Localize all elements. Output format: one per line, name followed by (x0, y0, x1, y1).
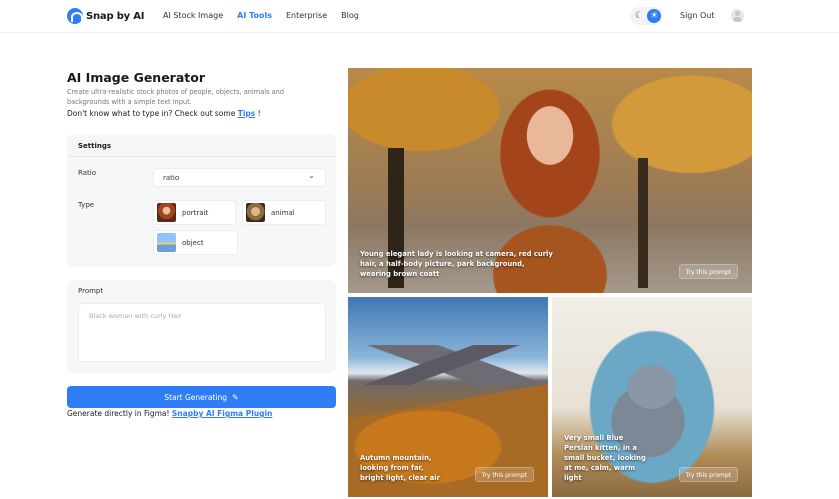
page-title: AI Image Generator (67, 70, 206, 85)
type-option-object[interactable]: object (153, 230, 238, 255)
gallery-card-mountain[interactable]: Autumn mountain, looking from far, brigh… (348, 297, 548, 497)
nav-ai-tools[interactable]: AI Tools (237, 11, 272, 20)
ratio-select[interactable]: ratio ⌄ (153, 168, 326, 187)
gallery-card-kitten[interactable]: Very small Blue Persian kitten, in a sma… (552, 297, 752, 497)
figma-plugin-link[interactable]: Snapby AI Figma Plugin (172, 409, 272, 418)
try-prompt-button[interactable]: Try this prompt (474, 467, 534, 482)
settings-panel: Settings Ratio ratio ⌄ Type portrait ani… (67, 134, 336, 267)
figma-line: Generate directly in Figma! Snapby AI Fi… (67, 409, 272, 418)
main-nav: AI Stock Image AI Tools Enterprise Blog (163, 11, 373, 20)
object-thumbnail (157, 233, 176, 252)
card-caption: Autumn mountain, looking from far, brigh… (360, 454, 440, 482)
prompt-label: Prompt (78, 287, 104, 295)
card-caption: Young elegant lady is looking at camera,… (360, 250, 553, 278)
sun-icon[interactable]: ☀ (647, 9, 661, 23)
tips-line: Don't know what to type in? Check out so… (67, 109, 261, 118)
start-generating-button[interactable]: Start Generating ✎ (67, 386, 336, 408)
tips-prefix: Don't know what to type in? Check out so… (67, 109, 236, 118)
settings-title: Settings (67, 134, 336, 157)
top-header: Snap by AI AI Stock Image AI Tools Enter… (0, 0, 839, 33)
brand-name: Snap by AI (86, 10, 145, 22)
page-description: Create ultra-realistic stock photos of p… (67, 88, 285, 106)
type-option-label: portrait (182, 208, 209, 217)
nav-enterprise[interactable]: Enterprise (286, 11, 327, 20)
ratio-value: ratio (163, 174, 180, 182)
moon-icon[interactable]: ☾ (635, 11, 643, 21)
type-option-animal[interactable]: animal (242, 200, 326, 225)
figma-prefix: Generate directly in Figma! (67, 409, 170, 418)
tips-link[interactable]: Tips (238, 109, 256, 118)
portrait-thumbnail (157, 203, 176, 222)
try-prompt-button[interactable]: Try this prompt (678, 264, 738, 279)
tips-suffix: ! (257, 109, 261, 118)
nav-blog[interactable]: Blog (341, 11, 359, 20)
prompt-input[interactable] (78, 303, 326, 362)
brand-mark-icon (67, 8, 83, 24)
gallery-card-portrait[interactable]: Young elegant lady is looking at camera,… (348, 68, 752, 293)
type-option-label: object (182, 238, 204, 247)
chevron-down-icon: ⌄ (308, 171, 315, 180)
try-prompt-button[interactable]: Try this prompt (678, 467, 738, 482)
ratio-label: Ratio (78, 169, 96, 177)
type-option-label: animal (271, 208, 295, 217)
magic-wand-icon: ✎ (232, 392, 239, 402)
prompt-panel: Prompt (67, 280, 336, 373)
theme-toggle[interactable]: ☾ ☀ (630, 7, 663, 25)
type-label: Type (78, 201, 95, 209)
animal-thumbnail (246, 203, 265, 222)
user-avatar-icon[interactable] (731, 9, 744, 22)
start-button-label: Start Generating (164, 392, 227, 402)
brand-logo[interactable]: Snap by AI (67, 7, 145, 25)
nav-ai-stock-image[interactable]: AI Stock Image (163, 11, 223, 20)
sign-out-link[interactable]: Sign Out (680, 11, 715, 20)
card-caption: Very small Blue Persian kitten, in a sma… (564, 434, 646, 482)
type-option-portrait[interactable]: portrait (153, 200, 236, 225)
